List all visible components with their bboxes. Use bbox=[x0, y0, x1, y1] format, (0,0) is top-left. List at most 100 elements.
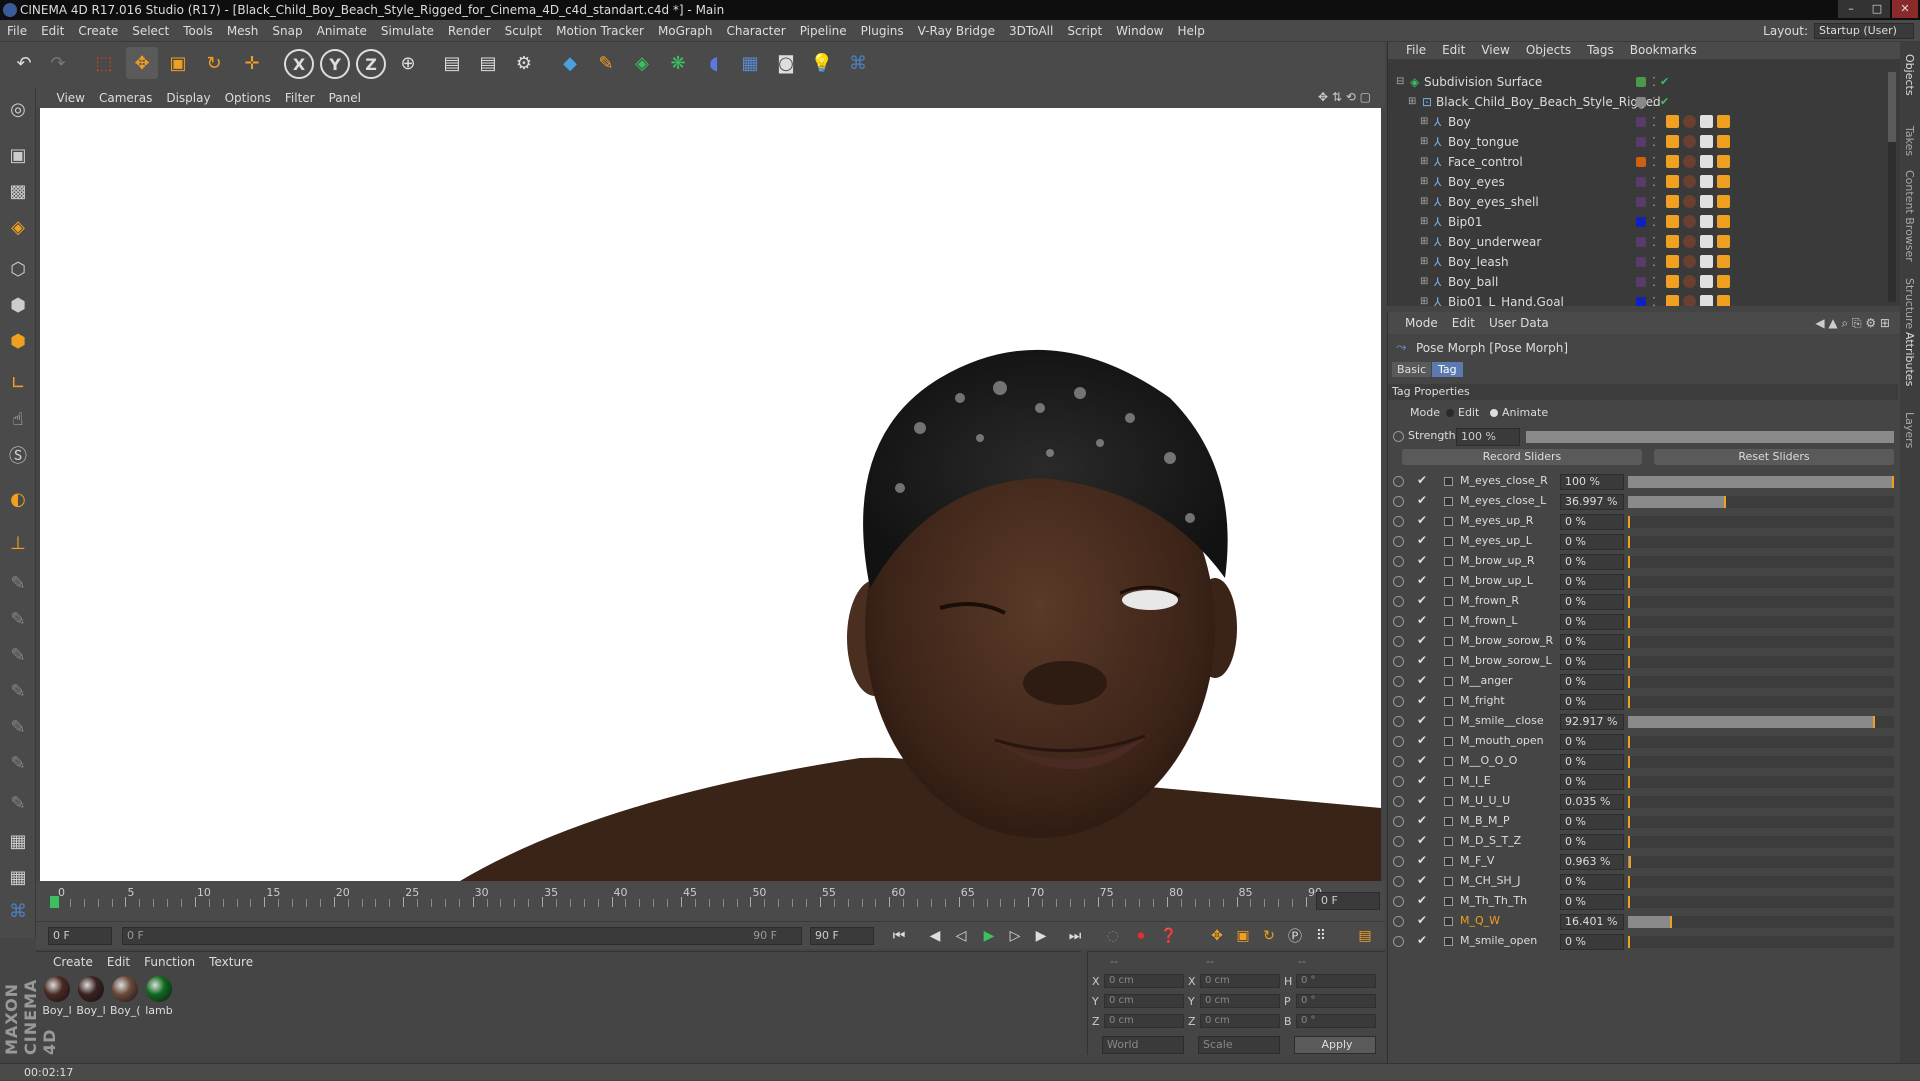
tag-icon[interactable] bbox=[1666, 115, 1679, 128]
reset-sliders-button[interactable]: Reset Sliders bbox=[1654, 449, 1894, 465]
viewport-navigation-icons[interactable]: ✥ ⇅ ⟲ ▢ bbox=[1318, 90, 1371, 104]
menu-window[interactable]: Window bbox=[1109, 20, 1170, 42]
menu-3dtoall[interactable]: 3DToAll bbox=[1002, 20, 1060, 42]
morph-row[interactable]: ✔ M_I_E 0 % bbox=[1388, 772, 1898, 792]
tag-icon[interactable] bbox=[1717, 215, 1730, 228]
go-to-end-icon[interactable]: ⏭ bbox=[1064, 926, 1086, 946]
tag-icon[interactable] bbox=[1683, 215, 1696, 228]
morph-row[interactable]: ✔ M_B_M_P 0 % bbox=[1388, 812, 1898, 832]
morph-animate-icon[interactable] bbox=[1393, 936, 1404, 947]
morph-slider[interactable] bbox=[1628, 656, 1894, 668]
next-frame-icon[interactable]: ▷ bbox=[1004, 926, 1026, 946]
expand-icon[interactable]: ⊞ bbox=[1420, 112, 1428, 132]
morph-slider-knob[interactable] bbox=[1628, 836, 1630, 848]
object-row[interactable]: ⊞ ⅄ Bip01 ⁚ bbox=[1388, 212, 1886, 232]
material-menu-edit[interactable]: Edit bbox=[100, 952, 137, 972]
morph-enable-checkbox[interactable]: ✔ bbox=[1417, 533, 1427, 547]
world-select[interactable]: World bbox=[1102, 1036, 1184, 1054]
expand-icon[interactable]: ⊞ bbox=[1420, 192, 1428, 212]
tab-takes[interactable]: Takes bbox=[1903, 126, 1916, 156]
tab-attributes[interactable]: Attributes bbox=[1903, 332, 1916, 386]
sculpt-brush-icon-3[interactable]: ✎ bbox=[3, 640, 33, 670]
morph-slider[interactable] bbox=[1628, 756, 1894, 768]
morph-animate-icon[interactable] bbox=[1393, 876, 1404, 887]
morph-row[interactable]: ✔ M_eyes_close_R 100 % bbox=[1388, 472, 1898, 492]
viewport-menu-cameras[interactable]: Cameras bbox=[92, 88, 159, 108]
morph-expand-icon[interactable] bbox=[1444, 837, 1453, 846]
morph-animate-icon[interactable] bbox=[1393, 516, 1404, 527]
morph-row[interactable]: ✔ M_eyes_up_R 0 % bbox=[1388, 512, 1898, 532]
object-row[interactable]: ⊞ ⊡ Black_Child_Boy_Beach_Style_Rigged ⁚ ✔ bbox=[1388, 92, 1886, 112]
attr-menu-edit[interactable]: Edit bbox=[1445, 312, 1482, 334]
morph-value-field[interactable]: 0 % bbox=[1560, 874, 1624, 890]
light-icon[interactable]: 💡 bbox=[806, 47, 838, 79]
next-key-icon[interactable]: ▶ bbox=[1030, 926, 1052, 946]
morph-value-field[interactable]: 0 % bbox=[1560, 674, 1624, 690]
morph-value-field[interactable]: 92.917 % bbox=[1560, 714, 1624, 730]
end-frame-field[interactable]: 90 F bbox=[810, 927, 874, 945]
morph-value-field[interactable]: 0 % bbox=[1560, 614, 1624, 630]
morph-row[interactable]: ✔ M__anger 0 % bbox=[1388, 672, 1898, 692]
object-row[interactable]: ⊞ ⅄ Boy_eyes_shell ⁚ bbox=[1388, 192, 1886, 212]
morph-slider-knob[interactable] bbox=[1628, 816, 1630, 828]
lock-grid-icon[interactable]: ▦ bbox=[3, 826, 33, 856]
menu-pipeline[interactable]: Pipeline bbox=[793, 20, 854, 42]
morph-animate-icon[interactable] bbox=[1393, 636, 1404, 647]
morph-slider[interactable] bbox=[1628, 916, 1894, 928]
morph-expand-icon[interactable] bbox=[1444, 637, 1453, 646]
previous-key-icon[interactable]: ◀ bbox=[924, 926, 946, 946]
tag-icon[interactable] bbox=[1717, 235, 1730, 248]
visibility-dots-icon[interactable]: ⁚ bbox=[1652, 112, 1656, 132]
object-row[interactable]: ⊞ ⅄ Face_control ⁚ bbox=[1388, 152, 1886, 172]
visibility-dots-icon[interactable]: ⁚ bbox=[1652, 192, 1656, 212]
object-tags[interactable] bbox=[1666, 195, 1776, 209]
morph-slider[interactable] bbox=[1628, 856, 1894, 868]
render-view-icon[interactable]: ▤ bbox=[436, 47, 468, 79]
morph-slider[interactable] bbox=[1628, 576, 1894, 588]
close-button[interactable]: ✕ bbox=[1892, 0, 1918, 18]
morph-expand-icon[interactable] bbox=[1444, 657, 1453, 666]
key-pla-icon[interactable]: ⠿ bbox=[1310, 926, 1332, 946]
morph-value-field[interactable]: 0 % bbox=[1560, 554, 1624, 570]
object-tags[interactable] bbox=[1666, 235, 1776, 249]
morph-slider[interactable] bbox=[1628, 496, 1894, 508]
morph-slider[interactable] bbox=[1628, 516, 1894, 528]
morph-slider[interactable] bbox=[1628, 476, 1894, 488]
morph-slider-knob[interactable] bbox=[1670, 916, 1672, 928]
morph-animate-icon[interactable] bbox=[1393, 836, 1404, 847]
morph-enable-checkbox[interactable]: ✔ bbox=[1417, 633, 1427, 647]
menu-create[interactable]: Create bbox=[71, 20, 125, 42]
menu-file[interactable]: File bbox=[0, 20, 34, 42]
morph-row[interactable]: ✔ M_eyes_close_L 36.997 % bbox=[1388, 492, 1898, 512]
layout-select[interactable]: Startup (User) bbox=[1814, 23, 1914, 39]
morph-animate-icon[interactable] bbox=[1393, 476, 1404, 487]
expand-icon[interactable]: ⊞ bbox=[1420, 292, 1428, 306]
tag-icon[interactable] bbox=[1683, 115, 1696, 128]
object-tags[interactable] bbox=[1666, 155, 1776, 169]
morph-enable-checkbox[interactable]: ✔ bbox=[1417, 773, 1427, 787]
tab-basic[interactable]: Basic bbox=[1392, 362, 1432, 377]
attr-menu-mode[interactable]: Mode bbox=[1398, 312, 1445, 334]
tag-icon[interactable] bbox=[1700, 275, 1713, 288]
coord-value-field[interactable]: 0 cm bbox=[1104, 1014, 1184, 1028]
subdivision-surface-icon[interactable]: ◈ bbox=[626, 47, 658, 79]
object-menu-objects[interactable]: Objects bbox=[1518, 42, 1579, 59]
visibility-dots-icon[interactable]: ⁚ bbox=[1652, 172, 1656, 192]
visibility-dots-icon[interactable]: ⁚ bbox=[1652, 92, 1656, 112]
scale-select[interactable]: Scale bbox=[1198, 1036, 1280, 1054]
morph-expand-icon[interactable] bbox=[1444, 697, 1453, 706]
tag-icon[interactable] bbox=[1717, 195, 1730, 208]
morph-slider-knob[interactable] bbox=[1628, 596, 1630, 608]
morph-slider[interactable] bbox=[1628, 776, 1894, 788]
object-tags[interactable] bbox=[1666, 175, 1776, 189]
morph-value-field[interactable]: 0 % bbox=[1560, 634, 1624, 650]
tab-structure[interactable]: Structure bbox=[1903, 278, 1916, 329]
visibility-dots-icon[interactable]: ⁚ bbox=[1652, 212, 1656, 232]
morph-slider-knob[interactable] bbox=[1629, 856, 1631, 868]
mode-animate-radio[interactable] bbox=[1490, 409, 1498, 417]
model-mode-icon[interactable]: ▣ bbox=[3, 140, 33, 170]
tab-layers[interactable]: Layers bbox=[1903, 412, 1916, 448]
tag-icon[interactable] bbox=[1666, 155, 1679, 168]
morph-animate-icon[interactable] bbox=[1393, 736, 1404, 747]
morph-value-field[interactable]: 0 % bbox=[1560, 534, 1624, 550]
